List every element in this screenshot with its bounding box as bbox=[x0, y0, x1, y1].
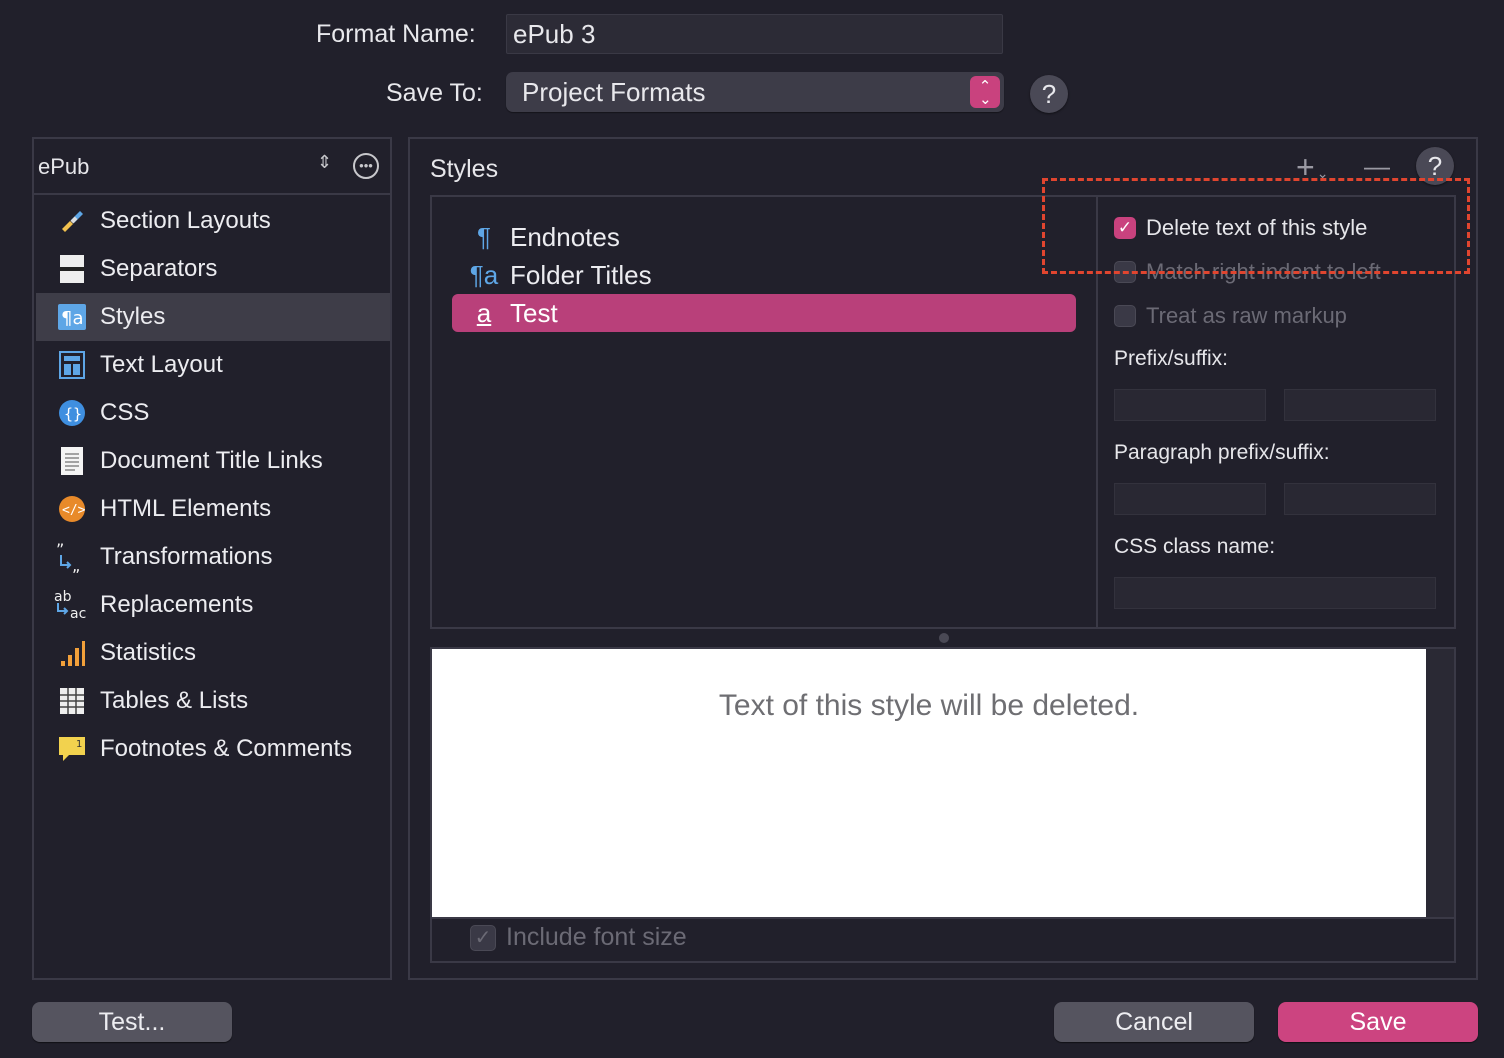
include-font-size-label: Include font size bbox=[506, 923, 687, 951]
sidebar-item-styles[interactable]: ¶a Styles bbox=[36, 293, 390, 341]
sidebar-item-label: Transformations bbox=[100, 543, 273, 570]
document-icon bbox=[54, 445, 90, 477]
sidebar-item-label: Statistics bbox=[100, 639, 197, 666]
table-icon bbox=[54, 685, 90, 717]
paragraph-prefix-suffix-label: Paragraph prefix/suffix: bbox=[1114, 441, 1330, 464]
sidebar-item-label: Styles bbox=[100, 303, 166, 330]
raw-markup-checkbox[interactable] bbox=[1114, 305, 1136, 327]
bar-chart-icon bbox=[54, 637, 90, 669]
style-label: Test bbox=[510, 297, 558, 328]
split-handle[interactable] bbox=[939, 633, 949, 643]
sidebar-item-css[interactable]: {} CSS bbox=[36, 389, 390, 437]
chevron-updown-icon: ⌃ ⌃ bbox=[970, 76, 1000, 108]
style-label: Endnotes bbox=[510, 221, 620, 252]
format-selector[interactable]: ePub ⇕ ••• bbox=[34, 139, 390, 195]
divider bbox=[432, 917, 1454, 919]
test-button[interactable]: Test... bbox=[32, 1002, 232, 1042]
preview-area: Text of this style will be deleted. bbox=[432, 649, 1426, 917]
save-to-value: Project Formats bbox=[522, 76, 706, 107]
sidebar-item-label: Section Layouts bbox=[100, 207, 271, 234]
sidebar-item-statistics[interactable]: Statistics bbox=[36, 629, 390, 677]
style-row-folder-titles[interactable]: ¶a Folder Titles bbox=[452, 256, 1076, 294]
chevron-updown-icon[interactable]: ⇕ bbox=[317, 152, 332, 173]
style-row-endnotes[interactable]: ¶ Endnotes bbox=[452, 218, 1076, 256]
styles-icon: ¶a bbox=[54, 301, 90, 333]
svg-text:ab: ab bbox=[54, 589, 72, 605]
prefix-field[interactable] bbox=[1114, 389, 1266, 421]
brush-icon bbox=[54, 205, 90, 237]
sidebar-item-tables-lists[interactable]: Tables & Lists bbox=[36, 677, 390, 725]
preview-text: Text of this style will be deleted. bbox=[718, 689, 1140, 722]
svg-text:{}: {} bbox=[64, 405, 82, 423]
sidebar-item-document-title-links[interactable]: Document Title Links bbox=[36, 437, 390, 485]
svg-text:ac: ac bbox=[70, 606, 86, 621]
sidebar-item-footnotes-comments[interactable]: 1 Footnotes & Comments bbox=[36, 725, 390, 773]
sidebar-item-label: Tables & Lists bbox=[100, 687, 249, 714]
more-options-icon[interactable]: ••• bbox=[353, 153, 379, 179]
character-style-icon: a bbox=[476, 297, 492, 328]
include-font-size-checkbox[interactable]: ✓ bbox=[470, 924, 496, 951]
raw-markup-option[interactable]: Treat as raw markup bbox=[1114, 303, 1347, 329]
style-row-test[interactable]: a Test bbox=[452, 294, 1076, 332]
suffix-field[interactable] bbox=[1284, 389, 1436, 421]
svg-text:¶a: ¶a bbox=[61, 308, 83, 329]
style-label: Folder Titles bbox=[510, 259, 652, 290]
sidebar-item-label: Footnotes & Comments bbox=[100, 735, 353, 762]
save-to-popup[interactable]: Project Formats ⌃ ⌃ bbox=[506, 72, 1004, 112]
comment-icon: 1 bbox=[54, 733, 90, 765]
sidebar-item-separators[interactable]: Separators bbox=[36, 245, 390, 293]
html-icon: </> bbox=[54, 493, 90, 525]
header-help-button[interactable]: ? bbox=[1030, 75, 1068, 113]
paragraph-suffix-field[interactable] bbox=[1284, 483, 1436, 515]
sidebar-item-label: Document Title Links bbox=[100, 447, 323, 474]
include-font-size-option[interactable]: ✓ Include font size bbox=[470, 923, 687, 952]
paragraph-character-style-icon: ¶a bbox=[469, 259, 499, 290]
separator-icon bbox=[54, 253, 90, 285]
highlight-annotation bbox=[1042, 178, 1470, 274]
sidebar-item-text-layout[interactable]: Text Layout bbox=[36, 341, 390, 389]
save-button[interactable]: Save bbox=[1278, 1002, 1478, 1042]
preview-scrollbar[interactable] bbox=[1426, 649, 1454, 917]
sidebar-item-replacements[interactable]: ab ac Replacements bbox=[36, 581, 390, 629]
css-icon: {} bbox=[54, 397, 90, 429]
prefix-suffix-label: Prefix/suffix: bbox=[1114, 347, 1228, 370]
css-class-label: CSS class name: bbox=[1114, 535, 1276, 558]
sidebar-item-label: Text Layout bbox=[100, 351, 223, 378]
format-name-field[interactable]: ePub 3 bbox=[506, 14, 1003, 54]
sidebar-item-html-elements[interactable]: </> HTML Elements bbox=[36, 485, 390, 533]
sidebar-item-label: Separators bbox=[100, 255, 218, 282]
text-layout-icon bbox=[54, 349, 90, 381]
sidebar-item-label: Replacements bbox=[100, 591, 254, 618]
sidebar-item-section-layouts[interactable]: Section Layouts bbox=[36, 197, 390, 245]
replace-icon: ab ac bbox=[54, 589, 90, 621]
paragraph-style-icon: ¶ bbox=[477, 221, 491, 252]
paragraph-prefix-field[interactable] bbox=[1114, 483, 1266, 515]
styles-title: Styles bbox=[430, 155, 499, 183]
format-selector-label: ePub bbox=[38, 154, 90, 179]
svg-text:„: „ bbox=[72, 556, 80, 573]
sidebar-item-label: CSS bbox=[100, 399, 150, 426]
transform-icon: ” „ bbox=[54, 541, 90, 573]
sidebar-item-label: HTML Elements bbox=[100, 495, 272, 522]
raw-markup-label: Treat as raw markup bbox=[1146, 303, 1347, 328]
sidebar-item-transformations[interactable]: ” „ Transformations bbox=[36, 533, 390, 581]
format-name-label: Format Name: bbox=[316, 20, 476, 48]
css-class-field[interactable] bbox=[1114, 577, 1436, 609]
style-list: ¶ Endnotes ¶a Folder Titles a Test bbox=[432, 197, 1096, 627]
styles-panel: Styles + ⌄ — ? ¶ Endnotes ¶a Folder Title… bbox=[408, 137, 1478, 980]
preview-box: Text of this style will be deleted. ✓ In… bbox=[430, 647, 1456, 963]
sidebar: ePub ⇕ ••• Section Layouts Separators ¶a… bbox=[32, 137, 392, 980]
svg-text:1: 1 bbox=[76, 739, 82, 750]
cancel-button[interactable]: Cancel bbox=[1054, 1002, 1254, 1042]
svg-text:</>: </> bbox=[62, 503, 86, 518]
save-to-label: Save To: bbox=[386, 79, 483, 107]
